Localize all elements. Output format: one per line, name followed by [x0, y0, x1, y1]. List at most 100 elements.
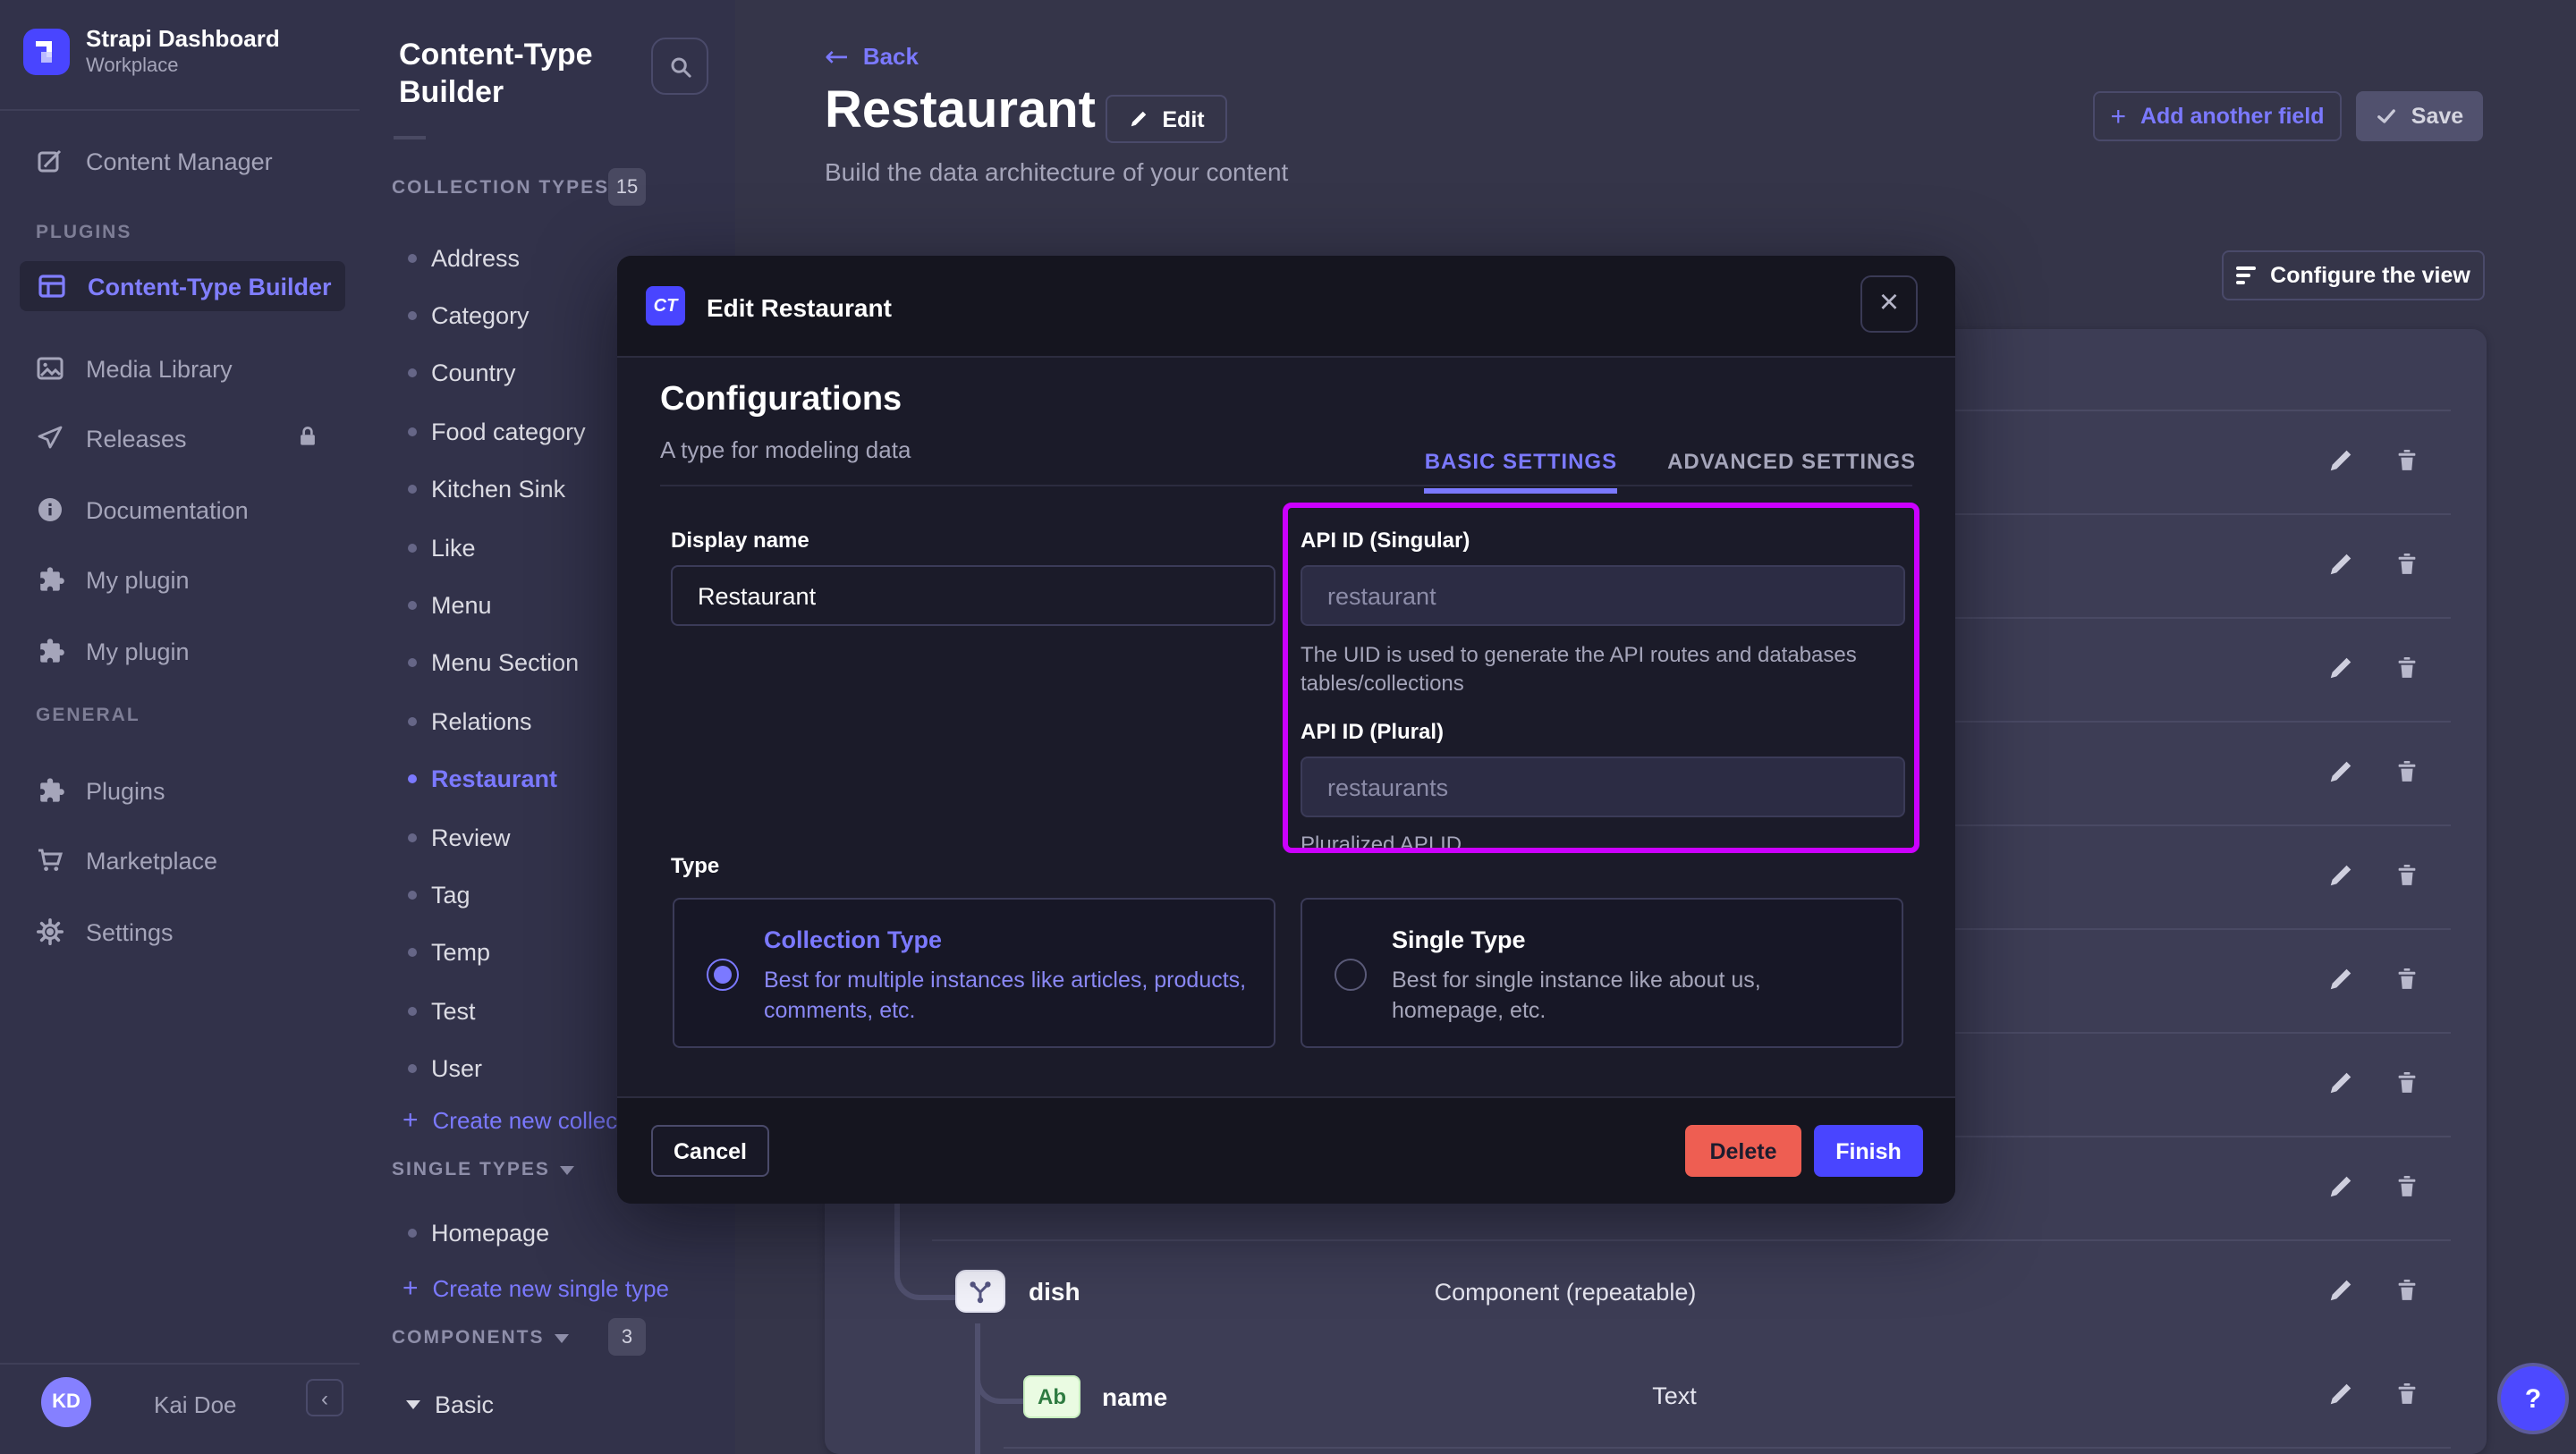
row-actions — [2327, 447, 2420, 474]
sidebar-item-media-library[interactable]: Media Library — [0, 343, 360, 393]
sidebar-item-label: Documentation — [86, 496, 249, 523]
trash-icon[interactable] — [2394, 966, 2420, 993]
trash-icon[interactable] — [2394, 862, 2420, 889]
chevron-down-icon — [555, 1333, 570, 1342]
single-types-header[interactable]: SINGLE TYPES — [392, 1159, 575, 1180]
delete-button[interactable]: Delete — [1685, 1125, 1801, 1177]
edit-restaurant-modal: CT Edit Restaurant × Configurations A ty… — [617, 256, 1955, 1204]
modal-title: Edit Restaurant — [707, 293, 892, 322]
puzzle-icon — [36, 776, 64, 805]
display-name-group: Display name — [671, 528, 1275, 626]
sidebar-item-my-plugin-2[interactable]: My plugin — [0, 626, 360, 676]
pencil-icon[interactable] — [2327, 551, 2354, 578]
sidebar-item-label: Plugins — [86, 777, 165, 804]
row-actions — [2327, 1277, 2420, 1304]
search-icon — [666, 53, 693, 80]
trash-icon[interactable] — [2394, 758, 2420, 785]
puzzle-icon — [36, 565, 64, 594]
single-type-desc: Best for single instance like about us, … — [1392, 966, 1875, 1027]
components-header[interactable]: COMPONENTS — [392, 1327, 570, 1348]
sidebar-item-my-plugin-1[interactable]: My plugin — [0, 554, 360, 604]
search-button[interactable] — [651, 38, 708, 95]
edit-button[interactable]: Edit — [1106, 95, 1227, 143]
plus-icon: + — [402, 1106, 419, 1133]
api-id-singular-input[interactable] — [1301, 565, 1905, 626]
trash-icon[interactable] — [2394, 1173, 2420, 1200]
sidebar-item-plugins[interactable]: Plugins — [0, 765, 360, 816]
row-actions — [2327, 551, 2420, 578]
row-actions — [2327, 1381, 2420, 1408]
trash-icon[interactable] — [2394, 655, 2420, 681]
sidebar-item-content-manager[interactable]: Content Manager — [0, 136, 360, 186]
radio-unselected-icon[interactable] — [1335, 959, 1367, 991]
component-category-basic[interactable]: Basic — [406, 1381, 494, 1427]
paper-plane-icon — [36, 424, 64, 452]
strapi-logo — [23, 29, 70, 75]
sidebar-item-marketplace[interactable]: Marketplace — [0, 835, 360, 885]
sidebar-item-content-type-builder[interactable]: Content-Type Builder — [20, 261, 345, 311]
modal-footer: Cancel Delete Finish — [617, 1096, 1955, 1204]
single-type-option[interactable]: Single Type Best for single instance lik… — [1301, 898, 1903, 1048]
pencil-icon[interactable] — [2327, 655, 2354, 681]
sidebar-item-releases[interactable]: Releases — [0, 413, 360, 463]
sidebar-item-documentation[interactable]: Documentation — [0, 485, 360, 535]
configurations-subheading: A type for modeling data — [660, 436, 911, 463]
radio-selected-icon[interactable] — [707, 959, 739, 991]
sidebar-item-label: Marketplace — [86, 847, 217, 874]
display-name-label: Display name — [671, 528, 1275, 553]
api-id-singular-label: API ID (Singular) — [1301, 528, 1905, 553]
pencil-icon[interactable] — [2327, 447, 2354, 474]
arrow-left-icon: ← — [825, 39, 849, 73]
tab-advanced-settings[interactable]: ADVANCED SETTINGS — [1667, 449, 1916, 494]
plus-icon: + — [2110, 101, 2126, 131]
trash-icon[interactable] — [2394, 551, 2420, 578]
trash-icon[interactable] — [2394, 447, 2420, 474]
field-name: dish — [1029, 1277, 1080, 1306]
add-another-field-button[interactable]: + Add another field — [2093, 91, 2342, 141]
pencil-icon[interactable] — [2327, 1069, 2354, 1096]
row-divider — [932, 1239, 2451, 1241]
pencil-icon[interactable] — [2327, 758, 2354, 785]
api-id-singular-help: The UID is used to generate the API rout… — [1301, 640, 1891, 697]
pencil-icon[interactable] — [2327, 1277, 2354, 1304]
plus-icon: + — [402, 1274, 419, 1301]
trash-icon[interactable] — [2394, 1069, 2420, 1096]
sidebar-item-label: My plugin — [86, 566, 190, 593]
layout-grid-icon — [38, 272, 66, 300]
workspace-header[interactable]: Strapi Dashboard Workplace — [0, 0, 360, 111]
single-type-item-homepage[interactable]: Homepage — [360, 1204, 735, 1262]
pencil-icon[interactable] — [2327, 1173, 2354, 1200]
sidebar-item-label: Settings — [86, 918, 174, 945]
lock-icon — [295, 424, 320, 449]
chevron-left-icon: ‹ — [321, 1385, 328, 1410]
avatar[interactable]: KD — [41, 1377, 91, 1427]
back-link[interactable]: ←Back — [825, 39, 919, 73]
plugins-section-label: PLUGINS — [36, 222, 131, 243]
close-icon: × — [1879, 284, 1899, 324]
pencil-icon[interactable] — [2327, 966, 2354, 993]
display-name-input[interactable] — [671, 565, 1275, 626]
trash-icon[interactable] — [2394, 1381, 2420, 1408]
chevron-down-icon — [561, 1165, 575, 1174]
create-single-type-link[interactable]: +Create new single type — [402, 1266, 669, 1309]
pencil-icon[interactable] — [2327, 1381, 2354, 1408]
sidebar-item-settings[interactable]: Settings — [0, 907, 360, 957]
pen-square-icon — [36, 147, 64, 175]
api-id-plural-input[interactable] — [1301, 757, 1905, 817]
collection-types-header[interactable]: COLLECTION TYPES — [392, 177, 634, 199]
close-button[interactable]: × — [1860, 275, 1918, 333]
collection-type-option[interactable]: Collection Type Best for multiple instan… — [673, 898, 1275, 1048]
tab-basic-settings[interactable]: BASIC SETTINGS — [1425, 449, 1617, 494]
trash-icon[interactable] — [2394, 1277, 2420, 1304]
configure-view-button[interactable]: Configure the view — [2222, 250, 2485, 300]
user-name: Kai Doe — [154, 1391, 237, 1418]
collection-type-desc: Best for multiple instances like article… — [764, 966, 1247, 1027]
help-button[interactable]: ? — [2501, 1366, 2565, 1431]
finish-button[interactable]: Finish — [1814, 1125, 1923, 1177]
save-button[interactable]: Save — [2356, 91, 2483, 141]
pencil-icon[interactable] — [2327, 862, 2354, 889]
main-sidebar: Strapi Dashboard Workplace Content Manag… — [0, 0, 361, 1454]
collapse-sidebar-button[interactable]: ‹ — [306, 1379, 343, 1416]
field-name: name — [1102, 1382, 1167, 1411]
cancel-button[interactable]: Cancel — [651, 1125, 769, 1177]
